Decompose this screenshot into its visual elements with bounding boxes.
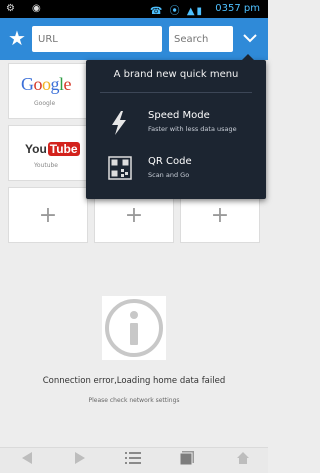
back-icon[interactable] — [12, 450, 42, 472]
tile-google[interactable]: Google Google — [8, 63, 88, 119]
info-icon — [102, 296, 166, 360]
menu-item-qr-code[interactable]: QR Code Scan and Go — [86, 150, 266, 192]
google-logo: Google — [21, 74, 72, 94]
menu-item-desc: Scan and Go — [148, 171, 190, 179]
tile-label: Google — [34, 100, 56, 107]
chevron-down-icon[interactable] — [239, 27, 261, 49]
error-message: Connection error,Loading home data faile… — [42, 376, 226, 386]
divider — [100, 92, 252, 93]
menu-icon[interactable] — [118, 450, 148, 472]
quick-menu-popup: A brand new quick menu Speed Mode Faster… — [86, 54, 266, 199]
plus-icon: + — [38, 203, 58, 228]
tabs-icon[interactable] — [172, 450, 202, 472]
notification-icon: ◉ — [32, 3, 41, 14]
lightning-icon — [108, 110, 130, 136]
tile-label: Youtube — [34, 162, 58, 169]
error-hint: Please check network settings — [88, 397, 180, 404]
clock: 0357 pm — [215, 3, 260, 14]
bottom-navigation — [0, 447, 268, 473]
menu-item-desc: Faster with less data usage — [148, 125, 237, 133]
bookmark-star-icon[interactable]: ★ — [6, 27, 28, 49]
qr-code-icon — [108, 156, 132, 182]
url-input[interactable] — [32, 26, 162, 52]
popup-pointer — [242, 54, 254, 60]
youtube-logo: You Tube — [25, 142, 80, 156]
forward-icon[interactable] — [65, 450, 95, 472]
home-icon[interactable] — [228, 450, 258, 472]
menu-item-speed-mode[interactable]: Speed Mode Faster with less data usage — [86, 104, 266, 146]
popup-title: A brand new quick menu — [113, 69, 239, 80]
status-bar: ⚙ ◉ ☎ ⦿ ▲▮ 0357 pm — [0, 0, 268, 18]
add-tile-button[interactable]: + — [8, 187, 88, 243]
menu-item-title: Speed Mode — [148, 110, 210, 121]
settings-icon: ⚙ — [6, 3, 15, 14]
browser-toolbar: ★ — [0, 18, 268, 60]
tile-youtube[interactable]: You Tube Youtube — [8, 125, 88, 181]
search-input[interactable] — [169, 26, 233, 52]
status-icons: ☎ ⦿ ▲▮ — [150, 6, 205, 17]
menu-item-title: QR Code — [148, 156, 192, 167]
